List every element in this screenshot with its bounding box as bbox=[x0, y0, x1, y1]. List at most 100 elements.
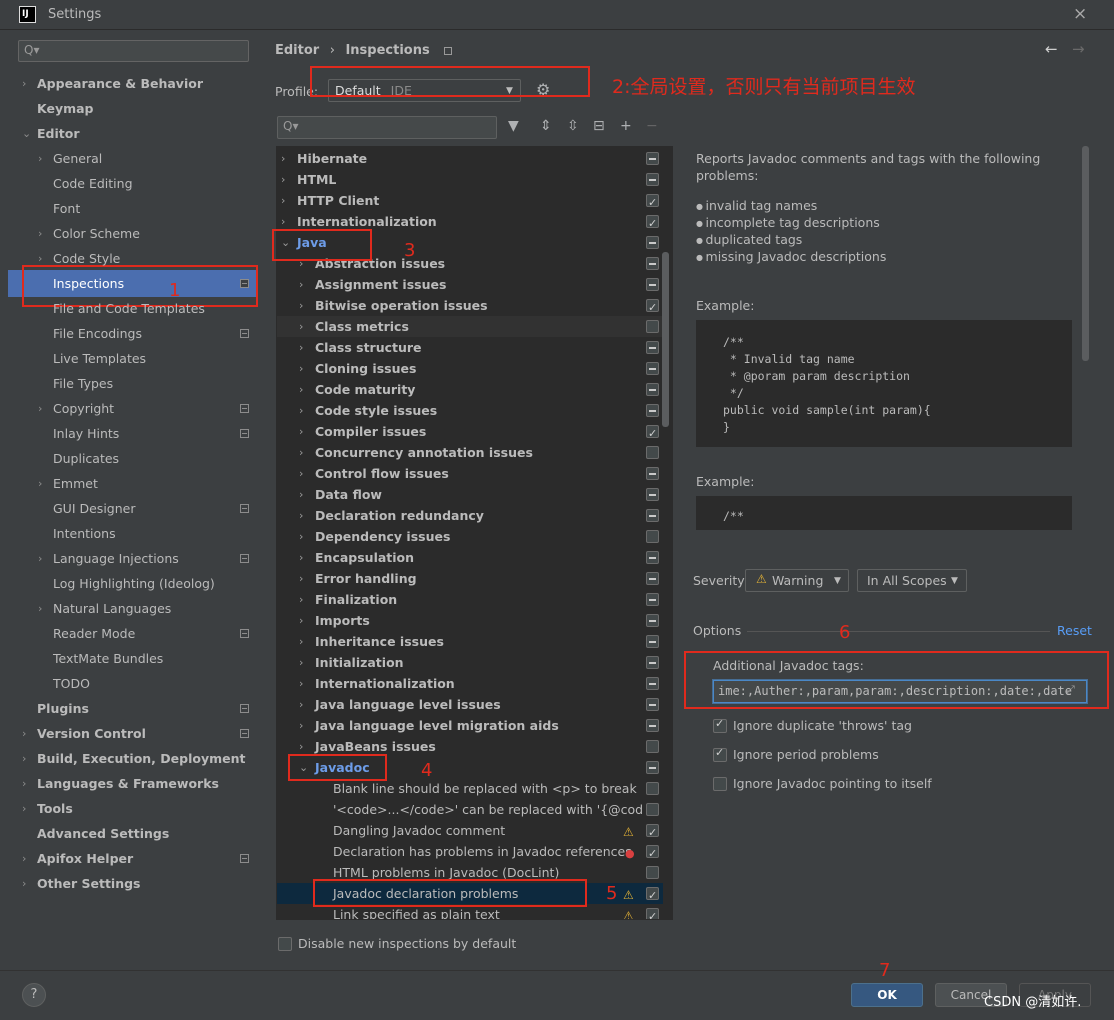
chevron-right-icon[interactable]: › bbox=[299, 337, 303, 358]
inspection-checkbox[interactable] bbox=[646, 362, 659, 375]
inspection-tree-row[interactable]: Link specified as plain text ⚠ bbox=[277, 904, 663, 919]
sidebar-item[interactable]: › Other Settings bbox=[8, 872, 257, 895]
inspection-checkbox[interactable] bbox=[646, 698, 659, 711]
inspection-checkbox[interactable] bbox=[646, 843, 659, 864]
chevron-right-icon[interactable]: › bbox=[299, 400, 303, 421]
sidebar-item[interactable]: Log Highlighting (Ideolog) bbox=[8, 572, 257, 595]
inspection-tree-row[interactable]: › Dependency issues bbox=[277, 526, 663, 547]
inspection-tree-row[interactable]: › JavaBeans issues bbox=[277, 736, 663, 757]
inspection-filter-input[interactable]: Q▾ bbox=[277, 116, 497, 139]
chevron-right-icon[interactable]: › bbox=[299, 463, 303, 484]
chevron-right-icon[interactable]: › bbox=[299, 295, 303, 316]
inspection-tree-row[interactable]: › Class structure bbox=[277, 337, 663, 358]
inspection-checkbox[interactable] bbox=[646, 782, 659, 795]
inspection-tree-row[interactable]: Dangling Javadoc comment ⚠ bbox=[277, 820, 663, 843]
inspection-tree-row[interactable]: › Code style issues bbox=[277, 400, 663, 421]
chevron-right-icon[interactable]: › bbox=[299, 568, 303, 589]
chevron-right-icon[interactable]: › bbox=[281, 190, 285, 211]
inspection-checkbox[interactable] bbox=[646, 423, 659, 444]
sidebar-item[interactable]: TODO bbox=[8, 672, 257, 695]
remove-icon[interactable]: − bbox=[646, 118, 658, 134]
sidebar-item[interactable]: › Languages & Frameworks bbox=[8, 772, 257, 795]
inspection-checkbox[interactable] bbox=[646, 866, 659, 879]
sidebar-item[interactable]: Inspections bbox=[8, 272, 257, 295]
inspection-checkbox[interactable] bbox=[646, 488, 659, 501]
inspection-checkbox[interactable] bbox=[646, 236, 659, 249]
chevron-right-icon[interactable]: › bbox=[299, 379, 303, 400]
inspection-checkbox[interactable] bbox=[646, 213, 659, 234]
sidebar-item[interactable]: › Natural Languages bbox=[8, 597, 257, 620]
sidebar-item[interactable]: › Copyright bbox=[8, 397, 257, 420]
inspection-checkbox[interactable] bbox=[646, 530, 659, 543]
chevron-right-icon[interactable]: › bbox=[38, 597, 42, 620]
sidebar-item[interactable]: TextMate Bundles bbox=[8, 647, 257, 670]
inspection-tree-row[interactable]: HTML problems in Javadoc (DocLint) bbox=[277, 862, 663, 883]
inspection-tree-row[interactable]: › Compiler issues bbox=[277, 421, 663, 444]
inspection-tree-row[interactable]: › Inheritance issues bbox=[277, 631, 663, 652]
close-icon[interactable]: × bbox=[1073, 4, 1087, 24]
inspection-checkbox[interactable] bbox=[646, 297, 659, 318]
chevron-down-icon[interactable]: ⌄ bbox=[281, 232, 290, 253]
sidebar-item[interactable]: Font bbox=[8, 197, 257, 220]
chevron-right-icon[interactable]: › bbox=[299, 631, 303, 652]
reset-link[interactable]: Reset bbox=[1057, 623, 1092, 638]
inspection-tree-row[interactable]: › Internationalization bbox=[277, 673, 663, 694]
chevron-right-icon[interactable]: › bbox=[281, 169, 285, 190]
chevron-right-icon[interactable]: › bbox=[38, 247, 42, 270]
inspection-tree-row[interactable]: ⌄ Java bbox=[277, 232, 663, 253]
expand-all-icon[interactable]: ⇕ bbox=[540, 118, 552, 134]
chevron-right-icon[interactable]: › bbox=[299, 358, 303, 379]
inspection-checkbox[interactable] bbox=[646, 635, 659, 648]
sidebar-item[interactable]: › Appearance & Behavior bbox=[8, 72, 257, 95]
sidebar-item[interactable]: Live Templates bbox=[8, 347, 257, 370]
inspection-tree-row[interactable]: › Error handling bbox=[277, 568, 663, 589]
chevron-right-icon[interactable]: › bbox=[299, 547, 303, 568]
sidebar-item[interactable]: › Tools bbox=[8, 797, 257, 820]
inspection-tree-row[interactable]: › Encapsulation bbox=[277, 547, 663, 568]
inspection-tree-row[interactable]: › Imports bbox=[277, 610, 663, 631]
sidebar-item[interactable]: › Color Scheme bbox=[8, 222, 257, 245]
inspection-tree-row[interactable]: › Concurrency annotation issues bbox=[277, 442, 663, 463]
chevron-right-icon[interactable]: › bbox=[299, 736, 303, 757]
sidebar-item[interactable]: › Version Control bbox=[8, 722, 257, 745]
sidebar-item[interactable]: › General bbox=[8, 147, 257, 170]
inspection-tree-row[interactable]: › Internationalization bbox=[277, 211, 663, 234]
ok-button[interactable]: OK bbox=[851, 983, 923, 1007]
inspection-checkbox[interactable] bbox=[646, 614, 659, 627]
chevron-right-icon[interactable]: › bbox=[299, 673, 303, 694]
inspection-tree-row[interactable]: › Finalization bbox=[277, 589, 663, 610]
inspection-tree-row[interactable]: › Java language level migration aids bbox=[277, 715, 663, 736]
forward-arrow-icon[interactable]: → bbox=[1072, 40, 1085, 58]
chevron-right-icon[interactable]: › bbox=[22, 847, 26, 870]
inspection-checkbox[interactable] bbox=[646, 885, 659, 906]
chevron-right-icon[interactable]: › bbox=[299, 442, 303, 463]
inspection-tree-row[interactable]: › HTML bbox=[277, 169, 663, 190]
inspection-checkbox[interactable] bbox=[646, 656, 659, 669]
inspection-checkbox[interactable] bbox=[646, 383, 659, 396]
option-checkbox[interactable] bbox=[713, 777, 727, 791]
additional-tags-input[interactable]: ime:,Auther:,param,param:,description:,d… bbox=[712, 679, 1088, 704]
inspection-checkbox[interactable] bbox=[646, 593, 659, 606]
sidebar-item[interactable]: Plugins bbox=[8, 697, 257, 720]
sidebar-item[interactable]: Intentions bbox=[8, 522, 257, 545]
inspection-tree-row[interactable]: › HTTP Client bbox=[277, 190, 663, 213]
inspection-tree-row[interactable]: › Code maturity bbox=[277, 379, 663, 400]
chevron-right-icon[interactable]: › bbox=[299, 715, 303, 736]
add-icon[interactable]: + bbox=[620, 118, 632, 134]
inspection-tree-row[interactable]: › Declaration redundancy bbox=[277, 505, 663, 526]
tree-scrollbar[interactable] bbox=[662, 252, 669, 427]
inspection-checkbox[interactable] bbox=[646, 341, 659, 354]
chevron-right-icon[interactable]: › bbox=[299, 484, 303, 505]
sidebar-item[interactable]: ⌄ Editor bbox=[8, 122, 257, 145]
chevron-right-icon[interactable]: › bbox=[299, 421, 303, 442]
chevron-right-icon[interactable]: › bbox=[281, 211, 285, 232]
sidebar-item[interactable]: File Encodings bbox=[8, 322, 257, 345]
inspection-checkbox[interactable] bbox=[646, 761, 659, 774]
inspection-checkbox[interactable] bbox=[646, 173, 659, 186]
sidebar-item[interactable]: File and Code Templates bbox=[8, 297, 257, 320]
chevron-right-icon[interactable]: › bbox=[38, 222, 42, 245]
sidebar-item[interactable]: › Apifox Helper bbox=[8, 847, 257, 870]
scope-select[interactable]: In All Scopes ▼ bbox=[857, 569, 967, 592]
inspection-tree-row[interactable]: Blank line should be replaced with <p> t… bbox=[277, 778, 663, 799]
inspection-checkbox[interactable] bbox=[646, 192, 659, 213]
